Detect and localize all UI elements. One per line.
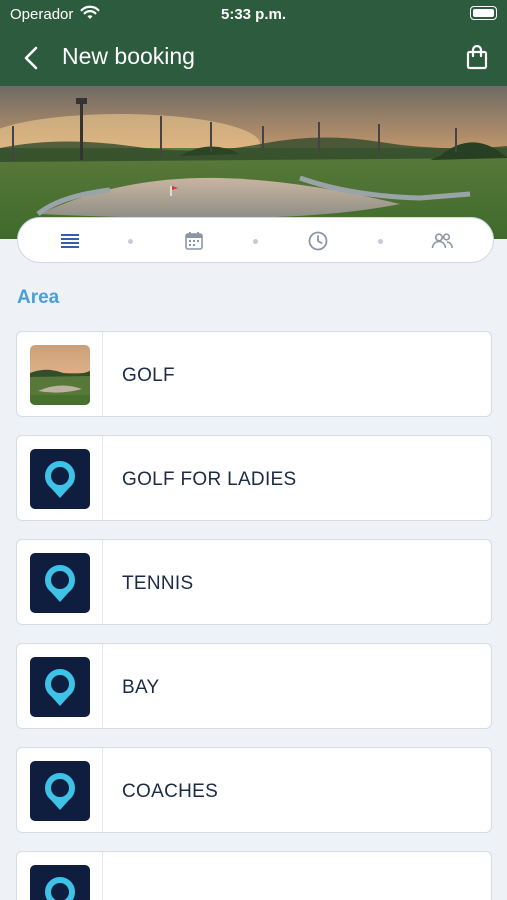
- area-item-golf[interactable]: GOLF: [16, 331, 492, 417]
- status-bar: Operador 5:33 p.m.: [0, 0, 507, 30]
- booking-steps-bar: [17, 217, 494, 263]
- page-title: New booking: [62, 43, 195, 69]
- club-logo-icon: [30, 553, 90, 613]
- step-separator-dot: [253, 239, 258, 244]
- club-logo-icon: [30, 449, 90, 509]
- golf-course-photo: [30, 345, 90, 405]
- club-logo-icon: [30, 865, 90, 900]
- area-thumbnail: [17, 540, 103, 624]
- area-item-label: COACHES: [122, 781, 219, 802]
- club-logo-icon: [30, 657, 90, 717]
- section-title: Area: [17, 287, 60, 308]
- nav-bar: New booking: [0, 30, 507, 86]
- club-logo-icon: [30, 761, 90, 821]
- area-thumbnail: [17, 852, 103, 900]
- area-item-partial[interactable]: [16, 851, 492, 900]
- area-item-bay[interactable]: BAY: [16, 643, 492, 729]
- shopping-bag-icon: [466, 44, 488, 70]
- area-item-label: GOLF: [122, 365, 175, 386]
- area-item-coaches[interactable]: COACHES: [16, 747, 492, 833]
- people-icon[interactable]: [430, 229, 454, 253]
- step-separator-dot: [378, 239, 383, 244]
- cart-button[interactable]: [461, 42, 493, 74]
- area-item-label: BAY: [122, 677, 160, 698]
- area-item-label: TENNIS: [122, 573, 194, 594]
- area-thumbnail: [17, 436, 103, 520]
- area-thumbnail: [17, 332, 103, 416]
- step-separator-dot: [128, 239, 133, 244]
- battery-icon: [470, 6, 497, 20]
- back-button[interactable]: [14, 42, 50, 74]
- clock-icon[interactable]: [306, 229, 330, 253]
- list-icon[interactable]: [58, 229, 82, 253]
- chevron-left-icon: [24, 46, 38, 70]
- area-item-tennis[interactable]: TENNIS: [16, 539, 492, 625]
- area-item-label: GOLF FOR LADIES: [122, 469, 297, 490]
- area-item-golf-for-ladies[interactable]: GOLF FOR LADIES: [16, 435, 492, 521]
- clock-time: 5:33 p.m.: [220, 6, 287, 23]
- area-thumbnail: [17, 748, 103, 832]
- area-thumbnail: [17, 644, 103, 728]
- calendar-icon[interactable]: [182, 229, 206, 253]
